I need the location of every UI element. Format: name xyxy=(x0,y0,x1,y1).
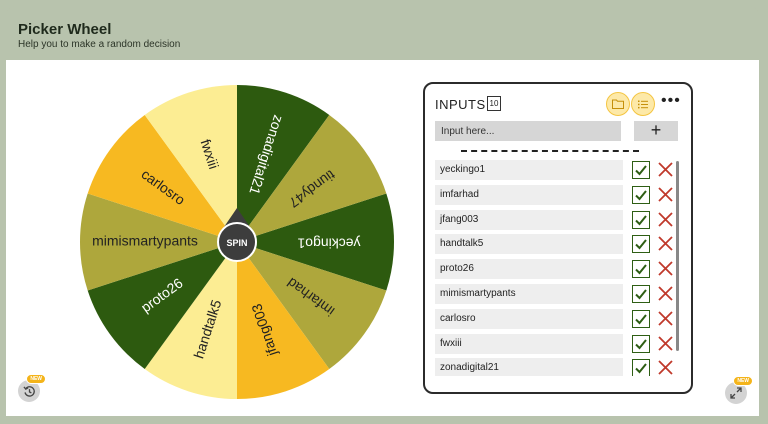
check-icon xyxy=(635,289,647,300)
check-icon xyxy=(635,314,647,325)
include-checkbox[interactable] xyxy=(632,359,650,376)
list-item-label[interactable]: proto26 xyxy=(435,259,623,280)
list-item-label[interactable]: handtalk5 xyxy=(435,234,623,255)
page-subtitle: Help you to make a random decision xyxy=(18,39,181,50)
list-item-label[interactable]: yeckingo1 xyxy=(435,160,623,180)
entry-list: yeckingo1 imfarhad jfang003 handtalk5 proto2… xyxy=(435,160,681,376)
history-button[interactable]: NEW xyxy=(18,374,46,402)
wheel-segment-label: yeckingo1 xyxy=(297,235,360,251)
close-icon[interactable] xyxy=(657,186,674,203)
add-entry-button[interactable]: + xyxy=(634,121,678,141)
list-item-label[interactable]: zonadigital21 xyxy=(435,358,623,376)
picker-wheel[interactable]: yeckingo1 imfarhad jfang003 handtalk5 proto2… xyxy=(77,82,397,402)
new-badge: NEW xyxy=(733,376,753,386)
list-item: proto26 xyxy=(435,259,681,281)
include-checkbox[interactable] xyxy=(632,235,650,254)
divider xyxy=(461,150,639,152)
include-checkbox[interactable] xyxy=(632,161,650,179)
wheel-segment-label: mimismartypants xyxy=(92,233,198,249)
close-icon[interactable] xyxy=(657,285,674,302)
list-item-label[interactable]: mimismartypants xyxy=(435,284,623,304)
main-area: yeckingo1 imfarhad jfang003 handtalk5 proto2… xyxy=(6,60,759,416)
list-item: handtalk5 xyxy=(435,234,681,256)
fullscreen-button[interactable]: NEW xyxy=(725,376,753,404)
history-icon xyxy=(22,385,35,397)
close-icon[interactable] xyxy=(657,359,674,376)
list-item: zonadigital21 xyxy=(435,358,681,376)
inputs-title: INPUTS xyxy=(435,97,486,112)
close-icon[interactable] xyxy=(657,161,674,178)
spin-button-label: SPIN xyxy=(226,238,247,248)
include-checkbox[interactable] xyxy=(632,185,650,204)
include-checkbox[interactable] xyxy=(632,334,650,353)
close-icon[interactable] xyxy=(657,310,674,327)
include-checkbox[interactable] xyxy=(632,260,650,279)
open-file-button[interactable] xyxy=(606,92,630,116)
page-title: Picker Wheel xyxy=(18,21,112,38)
list-item: yeckingo1 xyxy=(435,160,681,182)
list-item-label[interactable]: jfang003 xyxy=(435,209,623,230)
list-item: mimismartypants xyxy=(435,284,681,306)
fullscreen-icon xyxy=(730,387,742,399)
list-item-label[interactable]: fwxiii xyxy=(435,333,623,354)
check-icon xyxy=(635,165,647,176)
list-item-label[interactable]: imfarhad xyxy=(435,184,623,205)
list-item: carlosro xyxy=(435,308,681,331)
include-checkbox[interactable] xyxy=(632,309,650,328)
check-icon xyxy=(635,214,647,226)
check-icon xyxy=(635,264,647,275)
list-item: jfang003 xyxy=(435,209,681,232)
more-options-button[interactable]: ••• xyxy=(661,93,681,109)
entry-list-scrollbar[interactable] xyxy=(676,161,679,351)
check-icon xyxy=(635,190,647,201)
entry-input[interactable] xyxy=(435,121,621,141)
new-badge: NEW xyxy=(26,374,46,384)
inputs-count-badge: 10 xyxy=(487,96,501,111)
page-header: Picker Wheel Help you to make a random d… xyxy=(6,6,759,60)
close-icon[interactable] xyxy=(657,335,674,352)
list-view-button[interactable] xyxy=(631,92,655,116)
folder-icon xyxy=(612,99,624,109)
check-icon xyxy=(635,363,647,374)
list-item: imfarhad xyxy=(435,184,681,207)
include-checkbox[interactable] xyxy=(632,285,650,303)
close-icon[interactable] xyxy=(657,260,674,277)
include-checkbox[interactable] xyxy=(632,210,650,229)
list-item-label[interactable]: carlosro xyxy=(435,308,623,329)
wheel-graphic[interactable]: yeckingo1imfarhadjfang003handtalk5proto2… xyxy=(77,82,397,402)
list-icon xyxy=(638,100,648,108)
inputs-panel: INPUTS 10 ••• + yeckingo1 imfarhad jfang00… xyxy=(423,82,693,394)
check-icon xyxy=(635,338,647,350)
close-icon[interactable] xyxy=(657,211,674,228)
list-item: fwxiii xyxy=(435,333,681,356)
close-icon[interactable] xyxy=(657,235,674,252)
check-icon xyxy=(635,239,647,250)
